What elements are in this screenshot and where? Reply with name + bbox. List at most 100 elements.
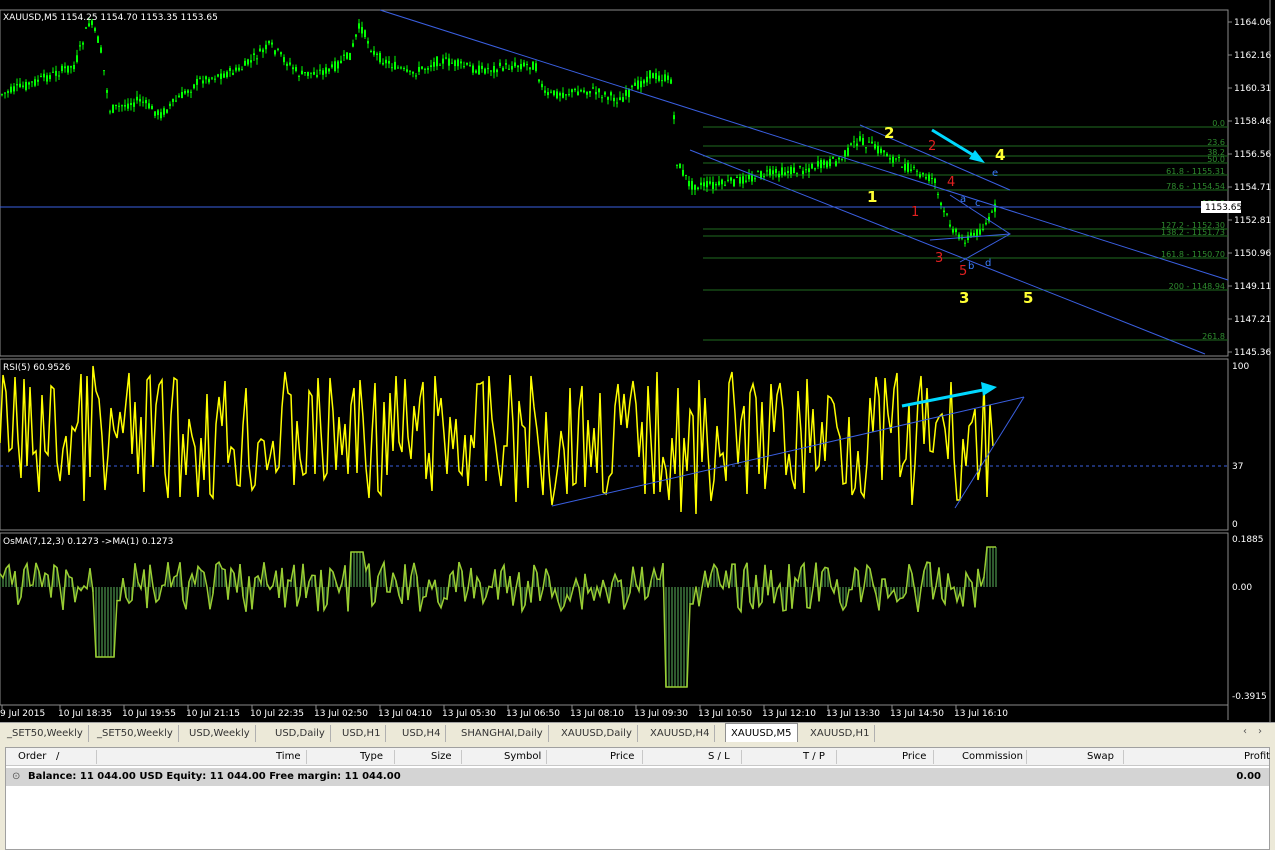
column-header[interactable]: Commission bbox=[962, 751, 1023, 762]
price-axis: 1164.06 1162.16 1160.31 1158.46 1156.56 1154.… bbox=[1228, 18, 1271, 358]
rsi-title: RSI(5) 60.9526 bbox=[3, 363, 71, 373]
rsi-line bbox=[0, 365, 994, 515]
balance-row[interactable]: ⊙ Balance: 11 044.00 USD Equity: 11 044.… bbox=[6, 768, 1269, 786]
scroll-right-icon[interactable]: › bbox=[1258, 726, 1262, 737]
wave-label-yellow: 5 bbox=[1023, 289, 1033, 307]
terminal-table: Order / Time Type Size Symbol Price S / L T / P P… bbox=[5, 747, 1270, 850]
column-header[interactable]: S / L bbox=[708, 751, 730, 762]
fib-level-label: 23.6 bbox=[1207, 138, 1225, 147]
wave-label-red: 3 bbox=[935, 251, 943, 266]
chart-tab[interactable]: XAUUSD,M5 bbox=[725, 723, 798, 743]
chart-tab[interactable]: SHANGHAI,Daily bbox=[456, 725, 549, 742]
wave-label-blue: e bbox=[992, 168, 998, 179]
osma-panel-frame bbox=[0, 532, 1229, 706]
terminal-header: Order / Time Type Size Symbol Price S / L T / P P… bbox=[6, 748, 1270, 766]
price-tick-label: 1145.36 bbox=[1234, 348, 1271, 358]
time-tick-label: 9 Jul 2015 bbox=[0, 709, 45, 719]
fib-level-label: 50.0 bbox=[1207, 155, 1225, 164]
wave-label-yellow: 1 bbox=[867, 188, 877, 206]
main-panel-frame bbox=[0, 9, 1229, 357]
wave-label-red: 2 bbox=[928, 139, 936, 154]
wave-labels: 1 2 3 4 5 1 2 3 4 5 a b c d e bbox=[867, 124, 1033, 307]
balance-text: Balance: 11 044.00 USD Equity: 11 044.00… bbox=[28, 771, 401, 782]
column-separator[interactable] bbox=[933, 750, 934, 764]
time-tick-label: 13 Jul 02:50 bbox=[314, 709, 368, 719]
time-tick-label: 13 Jul 16:10 bbox=[954, 709, 1008, 719]
price-tick-label: 1150.96 bbox=[1234, 249, 1271, 259]
fib-level-label: 78.6 - 1154.54 bbox=[1166, 182, 1225, 191]
trendlines bbox=[0, 9, 1229, 355]
balance-icon: ⊙ bbox=[12, 771, 21, 782]
price-tick-label: 1149.11 bbox=[1234, 282, 1271, 292]
time-tick-label: 10 Jul 19:55 bbox=[122, 709, 176, 719]
time-tick-label: 13 Jul 09:30 bbox=[634, 709, 688, 719]
column-separator[interactable] bbox=[96, 750, 97, 764]
fib-level-label: 261.8 bbox=[1202, 332, 1225, 341]
column-separator[interactable] bbox=[306, 750, 307, 764]
fib-level-label: 61.8 - 1155.31 bbox=[1166, 167, 1225, 176]
time-tick-label: 10 Jul 18:35 bbox=[58, 709, 112, 719]
price-tick-label: 1164.06 bbox=[1234, 18, 1271, 28]
osma-tick-label: -0.3915 bbox=[1232, 692, 1267, 702]
price-tick-label: 1154.71 bbox=[1234, 183, 1271, 193]
time-tick-label: 10 Jul 21:15 bbox=[186, 709, 240, 719]
fibonacci-levels: 0.023.638.250.061.8 - 1155.3178.6 - 1154… bbox=[703, 119, 1228, 341]
column-header[interactable]: T / P bbox=[803, 751, 825, 762]
wave-label-red: 5 bbox=[959, 264, 967, 279]
chart-tab[interactable]: XAUUSD,H4 bbox=[645, 725, 716, 742]
sort-icon[interactable]: / bbox=[56, 751, 59, 762]
price-tick-label: 1156.56 bbox=[1234, 150, 1271, 160]
chart-tab[interactable]: _SET50,Weekly bbox=[92, 725, 179, 742]
time-tick-label: 13 Jul 04:10 bbox=[378, 709, 432, 719]
wave-label-red: 4 bbox=[947, 175, 955, 190]
wave-label-blue: a bbox=[960, 194, 966, 205]
scroll-left-icon[interactable]: ‹ bbox=[1243, 726, 1247, 737]
column-separator[interactable] bbox=[394, 750, 395, 764]
chart-tab[interactable]: USD,Daily bbox=[270, 725, 331, 742]
wave-label-blue: b bbox=[968, 261, 974, 272]
column-separator[interactable] bbox=[1123, 750, 1124, 764]
wave-label-yellow: 2 bbox=[884, 124, 894, 142]
column-header[interactable]: Swap bbox=[1087, 751, 1114, 762]
chart-tab[interactable]: XAUUSD,H1 bbox=[805, 725, 876, 742]
time-tick-label: 13 Jul 05:30 bbox=[442, 709, 496, 719]
column-separator[interactable] bbox=[1026, 750, 1027, 764]
column-header[interactable]: Price bbox=[610, 751, 634, 762]
time-tick-label: 13 Jul 13:30 bbox=[826, 709, 880, 719]
chart-tab[interactable]: _SET50,Weekly bbox=[2, 725, 89, 742]
column-separator[interactable] bbox=[836, 750, 837, 764]
column-header[interactable]: Time bbox=[276, 751, 300, 762]
column-header[interactable]: Symbol bbox=[504, 751, 541, 762]
column-separator[interactable] bbox=[642, 750, 643, 764]
chart-tab[interactable]: USD,H4 bbox=[397, 725, 447, 742]
column-separator[interactable] bbox=[546, 750, 547, 764]
column-header[interactable]: Type bbox=[360, 751, 383, 762]
time-axis: 9 Jul 2015 10 Jul 18:35 10 Jul 19:55 10 Jul… bbox=[0, 705, 1008, 719]
osma-histogram bbox=[0, 546, 997, 688]
wave-label-red: 1 bbox=[911, 205, 919, 220]
chart-area[interactable]: 0.0 23.6 38.2 50.0 61.8 - 1155.31 78.6 - 1154… bbox=[0, 0, 1275, 722]
time-tick-label: 13 Jul 08:10 bbox=[570, 709, 624, 719]
fib-level-label: 200 - 1148.94 bbox=[1169, 282, 1225, 291]
rsi-tick-label: 100 bbox=[1232, 362, 1249, 372]
chart-tab[interactable]: USD,Weekly bbox=[184, 725, 256, 742]
price-tick-label: 1160.31 bbox=[1234, 84, 1271, 94]
column-header[interactable]: Order bbox=[18, 751, 46, 762]
wave-label-blue: d bbox=[985, 258, 991, 269]
column-separator[interactable] bbox=[741, 750, 742, 764]
column-header[interactable]: Size bbox=[431, 751, 452, 762]
osma-tick-label: 0.00 bbox=[1232, 583, 1252, 593]
fib-level-label: 161.8 - 1150.70 bbox=[1161, 250, 1225, 259]
osma-title: OsMA(7,12,3) 0.1273 ->MA(1) 0.1273 bbox=[3, 537, 173, 547]
column-header[interactable]: Profit bbox=[1244, 751, 1270, 762]
column-header[interactable]: Price bbox=[902, 751, 926, 762]
time-tick-label: 13 Jul 14:50 bbox=[890, 709, 944, 719]
chart-svg[interactable]: 0.023.638.250.061.8 - 1155.3178.6 - 1154… bbox=[0, 0, 1275, 722]
time-tick-label: 13 Jul 06:50 bbox=[506, 709, 560, 719]
time-tick-label: 13 Jul 10:50 bbox=[698, 709, 752, 719]
time-tick-label: 10 Jul 22:35 bbox=[250, 709, 304, 719]
column-separator[interactable] bbox=[461, 750, 462, 764]
time-tick-label: 13 Jul 12:10 bbox=[762, 709, 816, 719]
chart-tab[interactable]: XAUUSD,Daily bbox=[556, 725, 638, 742]
chart-tab[interactable]: USD,H1 bbox=[337, 725, 387, 742]
